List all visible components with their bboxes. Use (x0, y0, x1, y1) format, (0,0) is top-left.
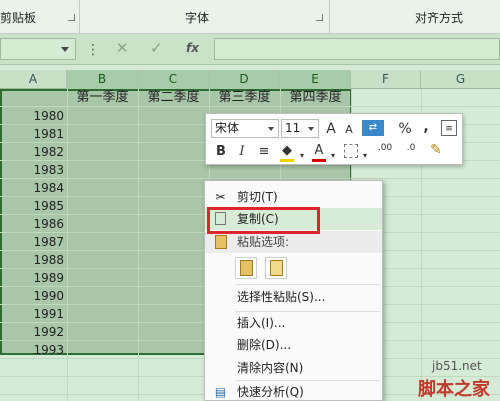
clipboard-launcher-icon[interactable] (68, 14, 75, 21)
year-cell[interactable]: 1989 (0, 269, 66, 287)
menu-item-cut-label: 剪切(T) (237, 190, 278, 204)
menu-item-insert[interactable]: 插入(I)... (205, 312, 382, 334)
bold-icon[interactable]: B (214, 144, 228, 160)
column-header-f[interactable]: F (351, 70, 421, 89)
cancel-icon[interactable]: ✕ (116, 39, 129, 57)
paste-values-icon (270, 260, 283, 276)
column-header-d[interactable]: D (209, 70, 280, 89)
year-cell[interactable]: 1982 (0, 143, 66, 161)
year-cell[interactable]: 1984 (0, 179, 66, 197)
paste-options-label: 粘贴选项: (237, 235, 290, 249)
menu-item-paste-special-label: 选择性粘贴(S)... (237, 290, 326, 304)
mini-toolbar: 宋体 11 A A ⇄ % , ≡ B I ≡ ◆ ▾ A ▾ ▾ .00 .0… (205, 113, 463, 165)
year-cell[interactable]: 1987 (0, 233, 66, 251)
table-format-icon[interactable]: ≡ (441, 120, 457, 136)
insert-function-button[interactable]: fx (186, 41, 199, 55)
watermark-site: jb51.net (432, 359, 482, 373)
menu-item-clear-contents-label: 清除内容(N) (237, 361, 304, 375)
chevron-down-icon[interactable]: ▾ (329, 148, 337, 164)
clipboard-icon (215, 235, 227, 249)
quick-analysis-icon: ▤ (214, 385, 227, 399)
formula-bar: ⋮ ✕ ✓ fx (0, 34, 500, 65)
font-group: 字体 (80, 0, 330, 34)
decrease-decimal-icon[interactable]: .0 (400, 144, 422, 153)
menu-item-cut[interactable]: ✂ 剪切(T) (205, 186, 382, 208)
align-center-icon[interactable]: ≡ (256, 144, 272, 160)
italic-icon[interactable]: I (236, 144, 248, 160)
year-cell[interactable]: 1980 (0, 107, 66, 125)
more-icon: ⋮ (86, 42, 100, 58)
menu-item-paste-special[interactable]: 选择性粘贴(S)... (205, 286, 382, 308)
year-cell[interactable]: 1986 (0, 215, 66, 233)
font-size-select[interactable]: 11 (281, 119, 319, 138)
comma-icon[interactable]: , (421, 119, 431, 135)
increase-font-icon[interactable]: A (324, 121, 338, 137)
alignment-group-label: 对齐方式 (415, 11, 464, 25)
clipboard-group: 剪贴板 (0, 0, 80, 34)
ribbon: 剪贴板 字体 对齐方式 (0, 0, 500, 34)
column-header-g[interactable]: G (421, 70, 500, 89)
font-size-value: 11 (285, 121, 301, 135)
font-name-select[interactable]: 宋体 (211, 119, 279, 138)
column-header-b[interactable]: B (67, 70, 138, 89)
menu-item-delete[interactable]: 删除(D)... (205, 334, 382, 356)
menu-divider (235, 284, 380, 285)
paste-options-header: 粘贴选项: (205, 231, 382, 253)
watermark-brand: 脚本之家 (418, 379, 490, 400)
column-header-c[interactable]: C (138, 70, 209, 89)
alignment-group: 对齐方式 (330, 0, 500, 34)
enter-icon[interactable]: ✓ (150, 39, 163, 57)
highlight-box (207, 207, 320, 234)
table-row (0, 89, 500, 107)
borders-icon[interactable] (344, 144, 358, 158)
chevron-down-icon[interactable] (268, 127, 274, 131)
column-headers: A B C D E F G (0, 70, 500, 89)
year-cell[interactable]: 1981 (0, 125, 66, 143)
format-painter-icon[interactable]: ✎ (428, 142, 444, 158)
year-cell[interactable]: 1983 (0, 161, 66, 179)
column-header-a[interactable]: A (0, 70, 67, 89)
year-cell[interactable]: 1993 (0, 341, 66, 359)
year-cell[interactable]: 1985 (0, 197, 66, 215)
increase-decimal-icon[interactable]: .00 (374, 144, 396, 153)
font-group-label: 字体 (185, 11, 210, 25)
menu-item-delete-label: 删除(D)... (237, 338, 292, 352)
year-cell[interactable]: 1988 (0, 251, 66, 269)
font-color-icon[interactable]: A (312, 143, 326, 162)
name-box[interactable] (0, 38, 76, 60)
year-cell[interactable]: 1990 (0, 287, 66, 305)
font-launcher-icon[interactable] (316, 14, 323, 21)
format-icon[interactable]: ⇄ (362, 120, 384, 136)
percent-icon[interactable]: % (398, 121, 412, 137)
chevron-down-icon[interactable] (61, 47, 69, 52)
decrease-font-icon[interactable]: A (343, 122, 355, 138)
chevron-down-icon[interactable] (308, 127, 314, 131)
paste-button[interactable] (235, 257, 257, 279)
chevron-down-icon[interactable]: ▾ (361, 148, 369, 164)
year-cell[interactable]: 1991 (0, 305, 66, 323)
menu-item-clear-contents[interactable]: 清除内容(N) (205, 357, 382, 379)
menu-item-quick-analysis[interactable]: ▤ 快速分析(Q) (205, 381, 382, 401)
paste-icon (240, 260, 253, 276)
font-name-value: 宋体 (215, 121, 240, 135)
column-header-e[interactable]: E (280, 70, 351, 89)
menu-item-quick-analysis-label: 快速分析(Q) (237, 385, 304, 399)
formula-input[interactable] (214, 38, 500, 60)
scissors-icon: ✂ (215, 190, 226, 204)
paste-values-button[interactable] (265, 257, 287, 279)
year-cell[interactable]: 1992 (0, 323, 66, 341)
fill-color-icon[interactable]: ◆ (280, 143, 294, 162)
clipboard-group-label: 剪贴板 (0, 11, 37, 25)
menu-item-insert-label: 插入(I)... (237, 316, 286, 330)
chevron-down-icon[interactable]: ▾ (298, 148, 306, 164)
